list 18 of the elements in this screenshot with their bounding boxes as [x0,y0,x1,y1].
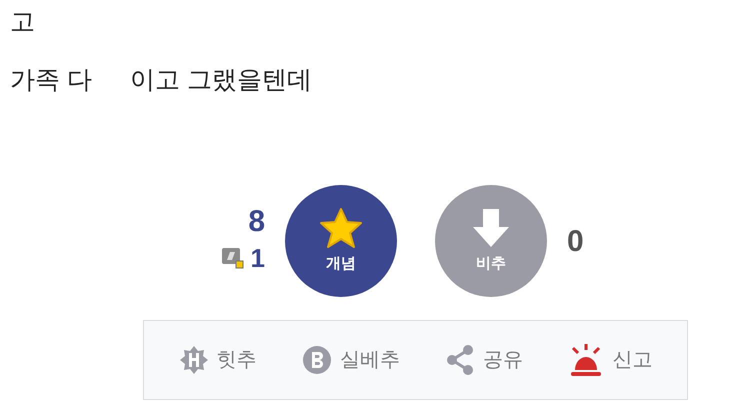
post-text: 가족 다 [10,65,92,96]
share-button[interactable]: 공유 [445,344,524,376]
share-icon [445,344,476,376]
fixed-user-icon [220,247,245,269]
recommend-button[interactable]: 힛추 [178,345,257,375]
star-icon [319,206,363,249]
downvote-button[interactable]: 비추 [435,185,547,297]
b-badge-icon [302,345,332,375]
upvote-button[interactable]: 개념 [285,185,397,297]
down-arrow-icon [471,206,511,249]
post-text: 이고 그랬을텐데 [130,65,312,96]
hit-badge-icon [178,345,209,375]
post-text: 고 [10,7,35,38]
recommend-button[interactable]: 실베추 [302,345,400,375]
downvote-count: 0 [567,227,584,257]
upvote-count: 8 [248,207,265,237]
report-button[interactable]: 신고 [568,342,652,378]
fixed-upvote-count: 1 [250,245,265,271]
